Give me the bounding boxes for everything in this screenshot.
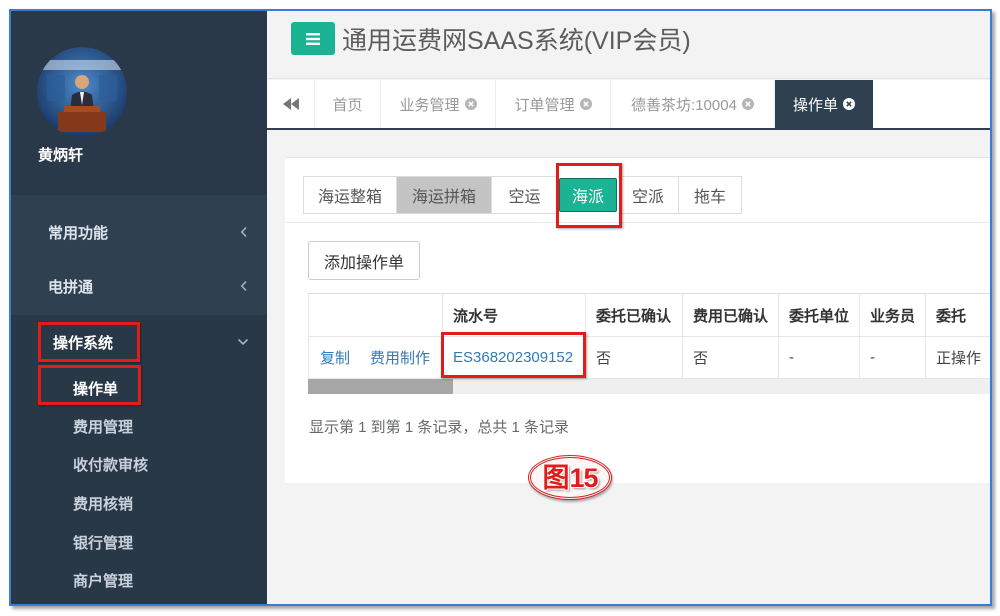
close-icon[interactable] [843,98,855,110]
tab-label: 订单管理 [514,96,575,114]
scrollbar-thumb[interactable] [308,379,453,394]
type-tab-label: 海运整箱 [317,189,382,206]
menu-toggle-button[interactable] [291,22,335,55]
sidebar-subitem-label: 费用管理 [73,418,134,436]
tab-ocean-lcl[interactable]: 海运拼箱 [397,176,492,214]
tab-customer-desha-teahouse[interactable]: 德善茶坊:10004 [611,80,775,128]
sidebar-item-label: 电拼通 [48,278,94,296]
consign-confirmed-cell: 否 [585,336,683,379]
type-tab-label: 拖车 [693,189,726,206]
consign-cell: 正操作 [925,336,990,379]
sidebar-subitem-label: 商户管理 [73,572,134,590]
double-left-icon [282,98,299,110]
sidebar-item-label: 常用功能 [48,224,109,242]
highlight-box [441,332,586,378]
sidebar-subitem-fee-management[interactable]: 费用管理 [11,407,267,445]
sidebar-subitem-payment-review[interactable]: 收付款审核 [11,445,267,483]
tab-air[interactable]: 空运 [492,176,558,214]
tab-air-delivery[interactable]: 空派 [618,176,679,214]
hamburger-icon [306,32,320,45]
close-icon[interactable] [741,98,754,110]
chevron-down-icon [237,338,249,346]
type-tab-label: 海运拼箱 [411,189,476,206]
app-title: 通用运费网SAAS系统(VIP会员) [342,27,691,55]
fee-confirmed-cell: 否 [682,336,779,379]
tab-label: 业务管理 [399,96,460,114]
close-icon[interactable] [579,98,592,110]
sidebar-item-common-functions[interactable]: 常用功能 [11,205,267,259]
chevron-left-icon [240,226,248,238]
column-header-consign: 委托 [925,293,990,337]
column-header-fee-confirmed: 费用已确认 [682,293,779,337]
tab-bar-underline [267,128,990,130]
tab-trucking[interactable]: 拖车 [679,176,742,214]
table-row: 复制 费用制作 ES368202309152 否 否 - - 正操作 [308,336,990,379]
figure-label-badge: 图 15 [528,455,612,500]
tab-ocean-fcl[interactable]: 海运整箱 [303,176,397,214]
add-operation-order-button[interactable]: 添加操作单 [308,241,420,280]
tab-label: 操作单 [792,96,838,114]
highlight-box [38,365,141,405]
tab-order-management[interactable]: 订单管理 [496,80,611,128]
column-header-serial: 流水号 [442,293,586,337]
column-header-actions [308,293,443,337]
sidebar-subitem-label: 银行管理 [73,534,134,552]
sidebar-subitem-label: 收付款审核 [73,456,149,474]
user-name[interactable]: 黄炳轩 [38,147,83,165]
salesperson-cell: - [859,336,926,379]
figure-label-prefix: 图 [542,462,570,493]
sidebar-subitem-fee-writeoff[interactable]: 费用核销 [11,484,267,522]
tabs-scroll-left-button[interactable] [267,80,315,128]
page-tab-bar: 首页 业务管理 订单管理 德善茶坊:10004 操作单 [267,80,990,128]
tab-label: 首页 [332,96,363,114]
sidebar: 黄炳轩 常用功能 电拼通 操作系统 操作单 费用管理 收付款审核 费用核销 银行… [11,11,267,604]
column-header-consign-confirmed: 委托已确认 [585,293,683,337]
figure-label-number: 15 [569,462,598,493]
sidebar-item-dianpintong[interactable]: 电拼通 [11,259,267,313]
client-cell: - [778,336,860,379]
chevron-left-icon [240,280,248,292]
pagination-info: 显示第 1 到第 1 条记录，总共 1 条记录 [309,419,570,436]
copy-link[interactable]: 复制 [320,350,350,367]
close-icon[interactable] [464,98,477,110]
table-header-row: 流水号 委托已确认 费用已确认 委托单位 业务员 委托 [308,293,990,337]
fee-create-link[interactable]: 费用制作 [370,350,430,367]
highlight-box [556,163,622,228]
app-window: 黄炳轩 常用功能 电拼通 操作系统 操作单 费用管理 收付款审核 费用核销 银行… [9,9,992,606]
sidebar-subitem-label: 费用核销 [73,495,134,513]
operation-order-table: 流水号 委托已确认 费用已确认 委托单位 业务员 委托 复制 费用制作 ES368… [308,293,990,379]
tab-label: 德善茶坊:10004 [631,96,737,114]
horizontal-scrollbar[interactable] [308,379,990,394]
type-tab-label: 空派 [631,189,664,206]
actions-cell: 复制 费用制作 [308,336,443,379]
sidebar-subitem-bank-management[interactable]: 银行管理 [11,523,267,561]
type-tabs-divider [285,222,990,223]
tab-home[interactable]: 首页 [315,80,381,128]
highlight-box [38,322,140,362]
sidebar-subitem-merchant-management[interactable]: 商户管理 [11,561,267,599]
avatar [37,47,127,137]
type-tab-label: 空运 [508,189,541,206]
tab-business-management[interactable]: 业务管理 [381,80,496,128]
column-header-salesperson: 业务员 [859,293,926,337]
column-header-client: 委托单位 [778,293,860,337]
tab-operation-order[interactable]: 操作单 [775,80,873,128]
